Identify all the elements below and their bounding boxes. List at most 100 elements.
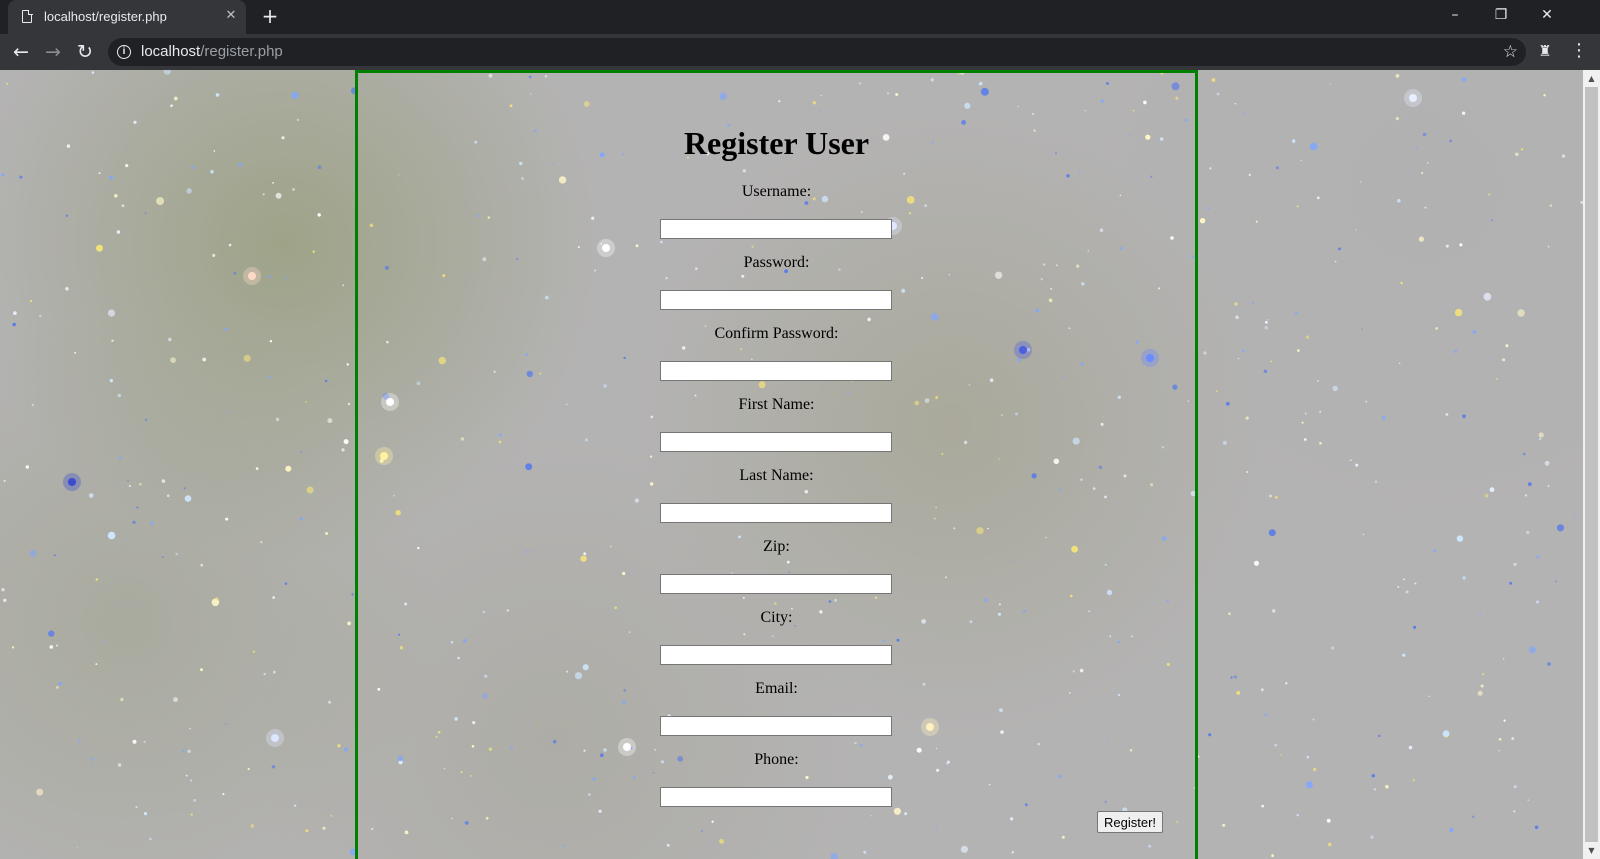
star-dot: [114, 194, 118, 198]
star-dot: [1236, 691, 1241, 695]
star-dot: [1484, 494, 1489, 498]
vertical-scrollbar[interactable]: ▲ ▼: [1583, 70, 1600, 859]
star-dot: [347, 402, 351, 406]
star-dot: [275, 417, 280, 422]
star-dot: [1338, 247, 1341, 251]
star-dot: [1245, 416, 1249, 420]
star-dot: [1449, 827, 1454, 833]
reload-button[interactable]: ↻: [71, 38, 99, 66]
star-dot: [1536, 600, 1539, 604]
star-dot: [1305, 781, 1313, 789]
star-dot: [116, 230, 121, 234]
scroll-up-arrow-icon[interactable]: ▲: [1583, 70, 1600, 87]
star-dot: [213, 150, 216, 152]
star-dot: [1237, 357, 1240, 360]
star-dot: [193, 798, 197, 802]
star-dot: [88, 493, 94, 498]
star-dot: [1361, 328, 1363, 330]
star-dot: [25, 465, 29, 469]
star-dot: [1251, 301, 1255, 304]
browser-tab[interactable]: localhost/register.php ✕: [8, 0, 246, 34]
star-dot: [1527, 799, 1530, 802]
star-dot: [1524, 494, 1528, 497]
restore-button[interactable]: ❐: [1478, 0, 1524, 30]
scrollbar-thumb[interactable]: [1585, 87, 1598, 842]
star-dot: [31, 403, 34, 407]
star-dot: [1445, 413, 1449, 416]
phone-input[interactable]: [660, 787, 892, 807]
star-dot: [347, 621, 351, 626]
star-dot: [1403, 578, 1405, 581]
minimize-button[interactable]: –: [1432, 0, 1478, 30]
star-dot: [149, 837, 152, 841]
star-dot: [1472, 330, 1477, 334]
star-dot: [292, 188, 295, 191]
close-icon[interactable]: ✕: [222, 7, 240, 25]
star-dot: [1472, 815, 1475, 818]
star-dot: [191, 165, 195, 170]
new-tab-button[interactable]: +: [258, 5, 282, 29]
star-dot: [1461, 111, 1466, 115]
star-dot: [1536, 555, 1540, 559]
star-dot: [1274, 743, 1278, 747]
star-dot: [1294, 311, 1299, 315]
star-dot: [66, 144, 71, 148]
star-dot: [1428, 695, 1430, 698]
star-dot: [328, 700, 332, 704]
star-dot: [1209, 167, 1212, 170]
star-dot: [1543, 94, 1546, 97]
url-path: /register.php: [200, 43, 283, 60]
first-name-input[interactable]: [660, 432, 892, 452]
confirm-password-label: Confirm Password:: [714, 325, 839, 342]
star-dot: [1235, 315, 1239, 320]
star-dot: [1211, 78, 1216, 82]
username-input[interactable]: [660, 219, 892, 239]
star-dot: [225, 517, 229, 521]
star-dot: [117, 393, 121, 398]
star-dot: [342, 284, 345, 287]
forward-button[interactable]: →: [39, 38, 67, 66]
star-dot: [173, 96, 178, 101]
star-dot: [225, 723, 227, 726]
star-dot: [1502, 358, 1506, 362]
info-icon[interactable]: i: [117, 45, 131, 59]
scroll-down-arrow-icon[interactable]: ▼: [1583, 842, 1600, 859]
url-text[interactable]: localhost/register.php: [141, 43, 283, 60]
star-dot: [1454, 308, 1463, 317]
register-button[interactable]: Register!: [1097, 811, 1163, 833]
star-dot: [1222, 823, 1226, 827]
back-button[interactable]: ←: [7, 38, 35, 66]
close-window-button[interactable]: ✕: [1524, 0, 1570, 30]
star-dot: [327, 418, 333, 424]
star-dot: [351, 593, 354, 596]
star-dot: [1515, 152, 1519, 157]
star-dot: [1483, 292, 1492, 301]
zip-input[interactable]: [660, 574, 892, 594]
address-bar[interactable]: i localhost/register.php ☆: [108, 38, 1526, 66]
star-dot: [12, 322, 16, 327]
confirm-password-input[interactable]: [660, 361, 892, 381]
extension-icon[interactable]: ♜: [1536, 42, 1554, 60]
bookmark-star-icon[interactable]: ☆: [1503, 40, 1518, 64]
username-label: Username:: [741, 183, 812, 200]
star-dot: [3, 598, 7, 602]
tab-title: localhost/register.php: [44, 9, 167, 24]
star-dot: [150, 521, 154, 525]
star-dot: [1395, 74, 1400, 78]
browser-menu-icon[interactable]: ⋮: [1570, 40, 1588, 62]
star-dot: [1502, 657, 1505, 660]
star-dot: [1199, 218, 1206, 224]
email-input[interactable]: [660, 716, 892, 736]
star-dot: [76, 847, 79, 849]
star-dot: [1313, 767, 1317, 772]
star-dot: [1517, 309, 1525, 317]
star-dot: [1422, 132, 1427, 137]
star-dot: [1362, 533, 1365, 536]
city-input[interactable]: [660, 645, 892, 665]
star-dot: [1359, 181, 1362, 183]
star-dot: [143, 740, 146, 743]
password-input[interactable]: [660, 290, 892, 310]
star-dot: [1208, 733, 1212, 737]
star-dot: [1329, 83, 1332, 86]
last-name-input[interactable]: [660, 503, 892, 523]
